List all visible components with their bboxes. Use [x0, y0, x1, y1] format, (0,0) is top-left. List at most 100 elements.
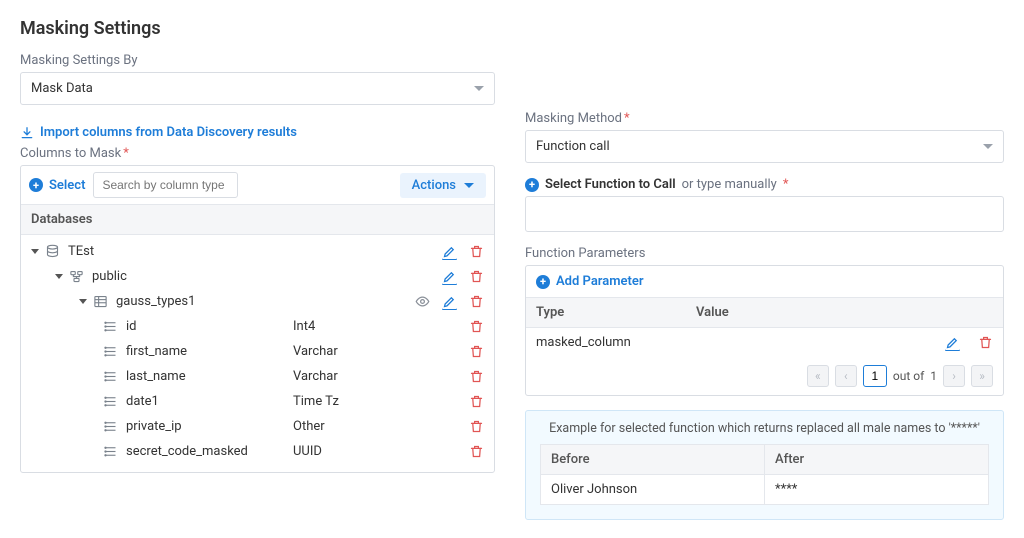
- delete-icon[interactable]: [469, 294, 484, 309]
- column-icon: [103, 419, 118, 434]
- pager-page-input[interactable]: [863, 365, 887, 387]
- pager: « ‹ out of 1 › »: [526, 357, 1003, 395]
- tree-column-type: Other: [293, 419, 469, 434]
- delete-icon[interactable]: [469, 319, 484, 334]
- delete-icon[interactable]: [469, 244, 484, 259]
- select-function-hint: or type manually: [682, 177, 777, 192]
- columns-panel: + Select Actions Databases TE: [20, 165, 495, 473]
- settings-by-value: Mask Data: [31, 81, 93, 96]
- column-icon: [103, 344, 118, 359]
- plus-icon: +: [29, 178, 43, 192]
- column-icon: [103, 319, 118, 334]
- columns-to-mask-label: Columns to Mask: [20, 146, 495, 161]
- column-icon: [103, 369, 118, 384]
- chevron-down-icon: [79, 299, 87, 304]
- eye-icon[interactable]: [415, 294, 430, 309]
- masking-method-value: Function call: [536, 139, 610, 154]
- column-icon: [103, 394, 118, 409]
- pager-prev[interactable]: ‹: [835, 365, 857, 387]
- import-columns-label: Import columns from Data Discovery resul…: [40, 125, 297, 140]
- delete-icon[interactable]: [978, 335, 993, 350]
- pager-out-of: out of: [893, 369, 924, 383]
- actions-dropdown[interactable]: Actions: [400, 173, 486, 198]
- param-row: masked_column: [526, 328, 1003, 357]
- delete-icon[interactable]: [469, 369, 484, 384]
- tree-column-name: date1: [126, 394, 159, 409]
- actions-label: Actions: [412, 178, 456, 193]
- select-function-label[interactable]: Select Function to Call: [545, 177, 676, 192]
- example-after-value: ****: [765, 475, 988, 504]
- plus-icon[interactable]: +: [525, 178, 539, 192]
- chevron-down-icon: [464, 183, 474, 188]
- chevron-down-icon: [474, 86, 484, 91]
- database-icon: [45, 244, 60, 259]
- tree-schema-label: public: [92, 269, 127, 284]
- example-after-header: After: [765, 445, 988, 474]
- page-title: Masking Settings: [20, 18, 1004, 39]
- settings-by-dropdown[interactable]: Mask Data: [20, 72, 495, 105]
- param-type-cell: masked_column: [536, 335, 696, 350]
- delete-icon[interactable]: [469, 394, 484, 409]
- tree-column-row[interactable]: last_nameVarchar: [21, 364, 494, 389]
- columns-tree: TEst public: [21, 235, 494, 472]
- select-button-label: Select: [49, 178, 85, 193]
- masking-method-dropdown[interactable]: Function call: [525, 130, 1004, 163]
- delete-icon[interactable]: [469, 444, 484, 459]
- tree-column-row[interactable]: id Int4: [21, 314, 494, 339]
- tree-column-name: last_name: [126, 369, 186, 384]
- masking-method-label: Masking Method: [525, 111, 1004, 126]
- tree-table-row[interactable]: gauss_types1: [21, 289, 494, 314]
- tree-column-name: private_ip: [126, 419, 182, 434]
- delete-icon[interactable]: [469, 269, 484, 284]
- chevron-down-icon: [55, 274, 63, 279]
- tree-column-row[interactable]: first_name Varchar: [21, 339, 494, 364]
- example-title: Example for selected function which retu…: [540, 421, 989, 436]
- tree-db-label: TEst: [68, 244, 94, 259]
- example-table: Before After Oliver Johnson ****: [540, 444, 989, 505]
- params-th-value: Value: [696, 305, 729, 320]
- tree-column-row[interactable]: date1 Time Tz: [21, 389, 494, 414]
- tree-table-label: gauss_types1: [116, 294, 195, 309]
- edit-icon[interactable]: [442, 269, 457, 284]
- edit-icon[interactable]: [945, 335, 960, 350]
- delete-icon[interactable]: [469, 419, 484, 434]
- tree-column-type: Int4: [293, 319, 469, 334]
- tree-column-type: Time Tz: [293, 394, 469, 409]
- edit-icon[interactable]: [442, 244, 457, 259]
- function-input[interactable]: [525, 196, 1004, 232]
- tree-db-row[interactable]: TEst: [21, 239, 494, 264]
- tree-column-type: Varchar: [293, 344, 469, 359]
- tree-column-row[interactable]: secret_code_masked UUID: [21, 439, 494, 464]
- add-parameter-button[interactable]: + Add Parameter: [526, 266, 1003, 298]
- databases-header: Databases: [21, 205, 494, 235]
- tree-column-row[interactable]: private_ip Other: [21, 414, 494, 439]
- tree-column-name: first_name: [126, 344, 187, 359]
- search-input[interactable]: [93, 172, 238, 198]
- tree-column-type: UUID: [293, 444, 469, 459]
- example-before-value: Oliver Johnson: [541, 475, 765, 504]
- tree-schema-row[interactable]: public: [21, 264, 494, 289]
- tree-column-name: id: [126, 319, 137, 334]
- pager-total: 1: [930, 369, 937, 383]
- tree-column-name: secret_code_masked: [126, 444, 248, 459]
- delete-icon[interactable]: [469, 344, 484, 359]
- edit-icon[interactable]: [442, 294, 457, 309]
- plus-icon: +: [536, 275, 550, 289]
- schema-icon: [69, 269, 84, 284]
- example-box: Example for selected function which retu…: [525, 410, 1004, 520]
- example-before-header: Before: [541, 445, 765, 474]
- download-icon: [20, 126, 34, 140]
- pager-next[interactable]: ›: [943, 365, 965, 387]
- settings-by-label: Masking Settings By: [20, 53, 1004, 68]
- chevron-down-icon: [31, 249, 39, 254]
- chevron-down-icon: [983, 144, 993, 149]
- required-mark: *: [783, 177, 789, 192]
- pager-first[interactable]: «: [807, 365, 829, 387]
- import-columns-link[interactable]: Import columns from Data Discovery resul…: [20, 125, 495, 140]
- column-icon: [103, 444, 118, 459]
- pager-last[interactable]: »: [971, 365, 993, 387]
- add-parameter-label: Add Parameter: [556, 274, 644, 289]
- params-th-type: Type: [536, 305, 696, 320]
- select-button[interactable]: + Select: [29, 178, 85, 193]
- table-icon: [93, 294, 108, 309]
